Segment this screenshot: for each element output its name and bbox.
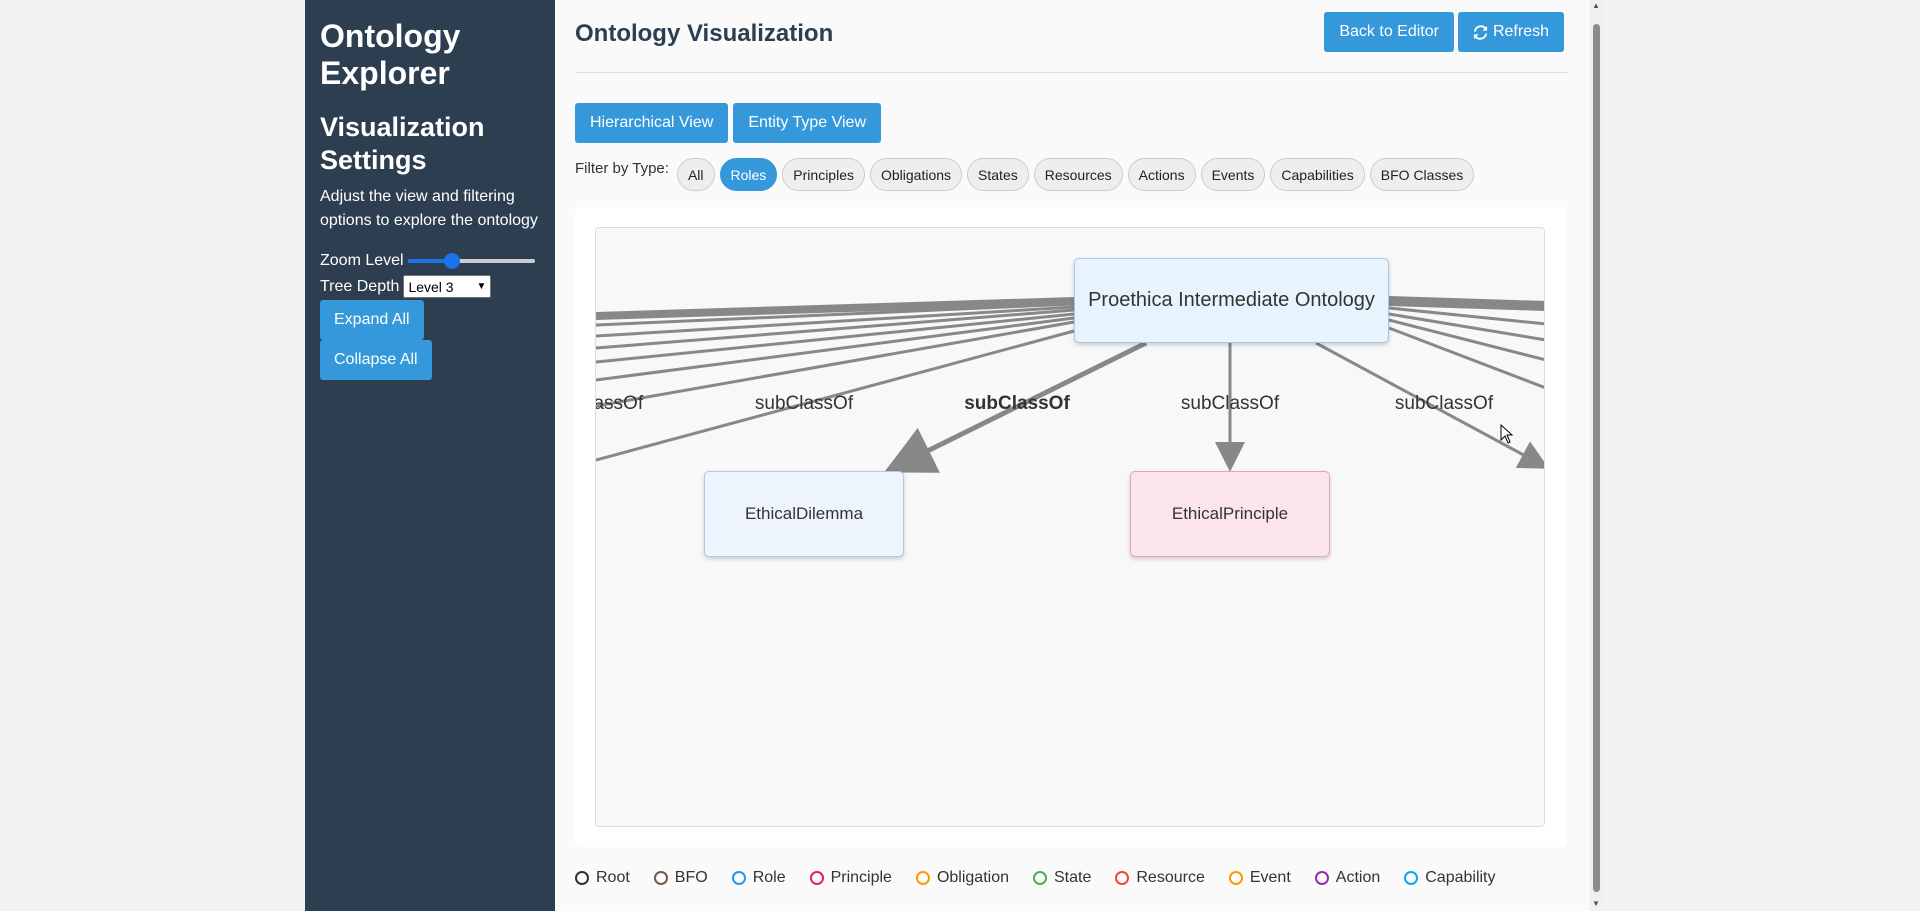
- edge-label: subClassOf: [595, 393, 644, 414]
- legend-swatch: [1033, 871, 1047, 885]
- node-ethical-principle[interactable]: EthicalPrinciple: [1130, 471, 1330, 557]
- legend-item-root: Root: [575, 869, 630, 887]
- legend-label: Event: [1249, 869, 1291, 886]
- legend-swatch: [809, 871, 824, 885]
- legend-item-action: Action: [1314, 869, 1381, 887]
- legend: Root BFO Role Principle Obligation State Resou…: [575, 869, 1520, 887]
- filter-events[interactable]: Events: [1200, 158, 1266, 191]
- depth-label: Tree Depth: [320, 277, 400, 295]
- filter-actions[interactable]: Actions: [1127, 158, 1196, 191]
- legend-item-event: Event: [1228, 869, 1291, 887]
- tree-depth-value: Level 3: [408, 278, 454, 295]
- legend-item-obligation: Obligation: [915, 869, 1009, 887]
- legend-swatch: [1228, 871, 1243, 885]
- filter-principles[interactable]: Principles: [782, 158, 865, 191]
- chevron-down-icon: ▼: [476, 281, 487, 292]
- edge-label: subClassOf: [754, 393, 854, 414]
- hierarchical-view-button[interactable]: Hierarchical View: [575, 103, 729, 143]
- scrollbar-thumb[interactable]: [1593, 24, 1600, 892]
- legend-item-resource: Resource: [1115, 869, 1205, 887]
- legend-swatch: [731, 871, 746, 885]
- app-title: Ontology Explorer: [320, 18, 461, 91]
- legend-label: Role: [752, 869, 786, 886]
- legend-swatch: [1115, 871, 1130, 885]
- zoom-slider-thumb[interactable]: [444, 253, 461, 269]
- filter-bfo-classes[interactable]: BFO Classes: [1369, 158, 1475, 191]
- visualization-card: subClassOf subClassOf subClassOf subClas…: [575, 207, 1567, 847]
- filter-all[interactable]: All: [676, 158, 715, 191]
- main-panel: Ontology Visualization Back to Editor Re…: [555, 0, 1590, 911]
- edge-label-highlighted: subClassOf: [964, 393, 1070, 414]
- filter-label: Filter by Type:: [575, 160, 669, 177]
- legend-label: Obligation: [936, 869, 1009, 886]
- page-scrollbar[interactable]: ▲ ▼: [1590, 0, 1603, 911]
- depth-row: Tree Depth Level 3 ▼: [320, 275, 540, 298]
- filter-capabilities[interactable]: Capabilities: [1270, 158, 1365, 191]
- legend-swatch: [1314, 871, 1329, 885]
- legend-label: Capability: [1425, 869, 1496, 886]
- entity-type-view-button[interactable]: Entity Type View: [733, 103, 882, 143]
- legend-item-capability: Capability: [1404, 869, 1496, 887]
- edge-fan-left: [596, 297, 1075, 462]
- divider: [575, 72, 1568, 73]
- legend-item-bfo: BFO: [653, 869, 708, 887]
- edge-label: subClassOf: [1180, 393, 1280, 414]
- legend-label: Resource: [1136, 869, 1205, 886]
- filter-resources[interactable]: Resources: [1033, 158, 1123, 191]
- legend-label: Action: [1335, 869, 1381, 886]
- filter-obligations[interactable]: Obligations: [870, 158, 963, 191]
- zoom-slider[interactable]: [407, 253, 535, 269]
- refresh-icon: [1473, 24, 1488, 40]
- expand-all-button[interactable]: Expand All: [320, 300, 424, 340]
- settings-description: Adjust the view and filtering options to…: [320, 188, 538, 229]
- graph-canvas[interactable]: subClassOf subClassOf subClassOf subClas…: [595, 227, 1545, 827]
- zoom-row: Zoom Level: [320, 250, 540, 272]
- scroll-down-icon[interactable]: ▼: [1592, 899, 1600, 908]
- legend-label: State: [1054, 869, 1092, 886]
- page-title: Ontology Visualization: [575, 20, 834, 47]
- type-filter: Filter by Type: All Roles Principles Obl…: [575, 158, 1475, 191]
- edge-label: subClassOf: [1394, 393, 1494, 414]
- legend-label: BFO: [674, 869, 708, 886]
- refresh-button[interactable]: Refresh: [1457, 12, 1564, 52]
- sidebar: Ontology Explorer Visualization Settings…: [305, 0, 555, 911]
- legend-swatch: [575, 871, 589, 885]
- view-switcher: Hierarchical View Entity Type View: [575, 103, 882, 143]
- node-ethical-dilemma[interactable]: EthicalDilemma: [704, 471, 904, 557]
- back-to-editor-button[interactable]: Back to Editor: [1324, 12, 1454, 52]
- top-actions: Back to Editor Refresh: [1324, 12, 1564, 52]
- zoom-label: Zoom Level: [320, 252, 404, 269]
- legend-item-role: Role: [731, 869, 786, 887]
- legend-swatch: [915, 871, 930, 885]
- scroll-up-icon[interactable]: ▲: [1592, 1, 1600, 10]
- settings-heading: Visualization Settings: [320, 112, 485, 175]
- tree-depth-select[interactable]: Level 3 ▼: [403, 275, 492, 298]
- legend-item-principle: Principle: [809, 869, 892, 887]
- node-root[interactable]: Proethica Intermediate Ontology: [1074, 258, 1389, 343]
- filter-states[interactable]: States: [967, 158, 1029, 191]
- refresh-label: Refresh: [1492, 23, 1549, 40]
- legend-label: Principle: [830, 869, 892, 886]
- mouse-cursor-icon: [1500, 424, 1514, 444]
- legend-swatch: [653, 871, 668, 885]
- filter-roles[interactable]: Roles: [719, 158, 778, 191]
- collapse-all-button[interactable]: Collapse All: [320, 340, 432, 380]
- legend-swatch: [1404, 871, 1419, 885]
- legend-label: Root: [596, 869, 630, 886]
- legend-item-state: State: [1033, 869, 1091, 887]
- edge-fan-right: [1388, 296, 1544, 389]
